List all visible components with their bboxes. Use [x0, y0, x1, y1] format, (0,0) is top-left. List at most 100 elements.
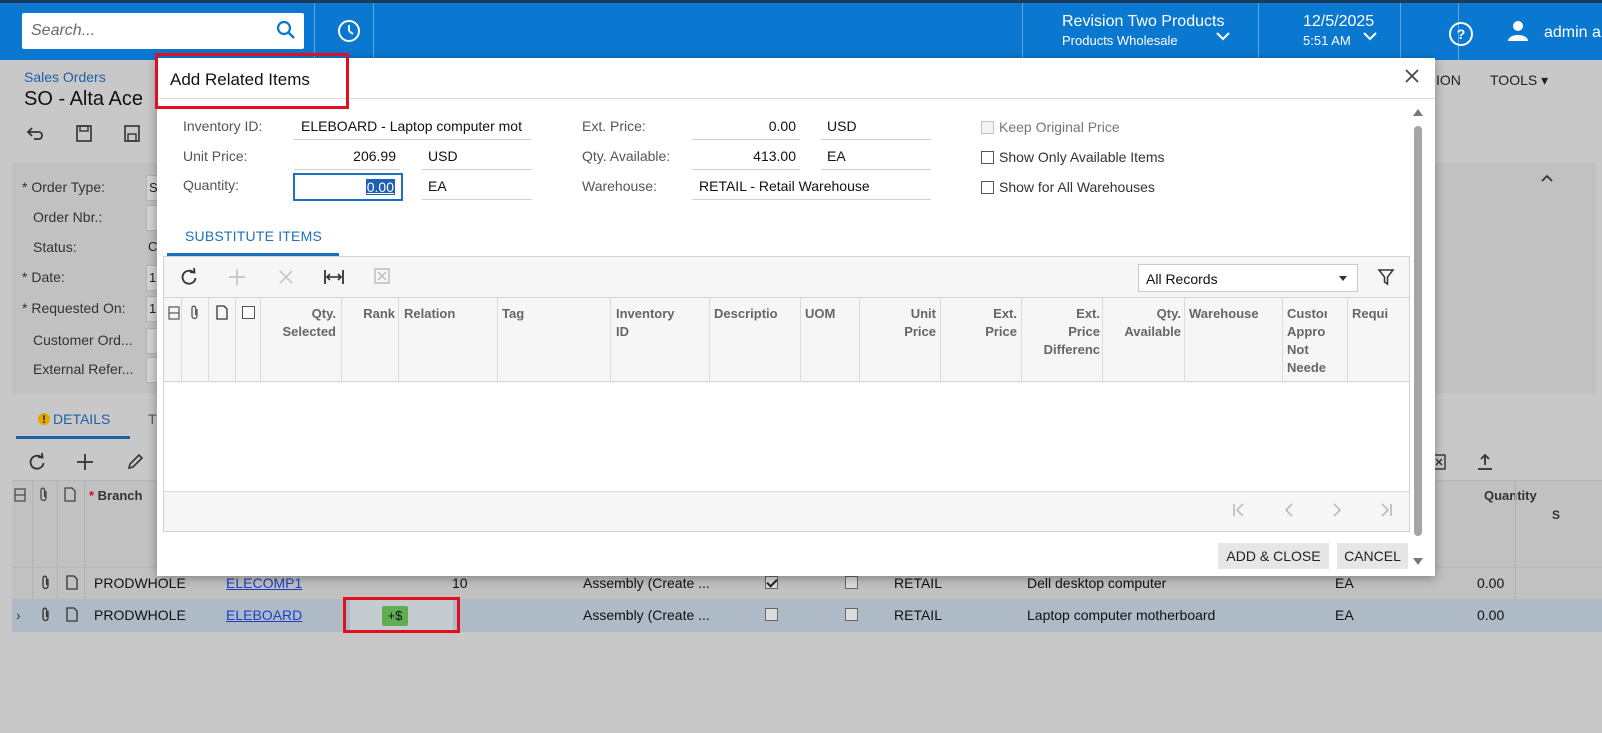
divider	[181, 298, 182, 382]
qty-available-column-header[interactable]: Qty. Available	[1105, 305, 1181, 341]
tools-menu[interactable]: TOOLS ▾	[1490, 72, 1548, 89]
records-filter-select[interactable]: All Records	[1138, 264, 1358, 292]
search-icon[interactable]	[276, 20, 296, 43]
chevron-down-icon[interactable]	[1215, 28, 1231, 44]
warehouse-cell: RETAIL	[894, 575, 942, 591]
upload-icon[interactable]	[1476, 453, 1494, 474]
note-icon[interactable]	[66, 575, 78, 593]
unit-price-field[interactable]: 206.99	[294, 144, 400, 170]
warehouse-column-header[interactable]: Warehouse	[1189, 305, 1279, 323]
quantity-column-header[interactable]: Quantity	[1484, 488, 1537, 503]
next-page-icon[interactable]	[1329, 502, 1345, 521]
rank-column-header[interactable]: Rank	[344, 305, 395, 323]
divider	[1458, 3, 1459, 60]
search-input[interactable]: Search...	[31, 22, 95, 40]
toolbar-menu-action[interactable]: ION	[1436, 72, 1461, 88]
divider	[1400, 3, 1401, 60]
refresh-icon[interactable]	[180, 267, 198, 289]
history-icon[interactable]	[336, 18, 362, 47]
row-checkbox[interactable]	[845, 608, 858, 621]
description-cell: Dell desktop computer	[1027, 575, 1167, 591]
attachment-col-icon	[189, 305, 201, 324]
row-checkbox[interactable]	[765, 608, 778, 621]
tab-details[interactable]: DETAILS	[53, 411, 110, 427]
show-only-available-checkbox[interactable]	[981, 151, 994, 164]
add-and-close-button[interactable]: ADD & CLOSE	[1218, 543, 1329, 569]
scroll-down-icon[interactable]	[1412, 556, 1424, 566]
grid-pager	[164, 491, 1409, 531]
warehouse-field[interactable]: RETAIL - Retail Warehouse	[692, 174, 931, 200]
dialog-scrollbar[interactable]	[1412, 108, 1424, 568]
tag-column-header[interactable]: Tag	[502, 305, 602, 323]
excel-export-icon[interactable]	[374, 268, 390, 287]
inventory-link[interactable]: ELECOMP1	[226, 575, 302, 591]
tab-next[interactable]: T	[148, 411, 157, 427]
row-checkbox[interactable]	[765, 576, 778, 589]
warning-icon	[38, 412, 50, 428]
company-selector[interactable]: Revision Two Products Products Wholesale	[1062, 13, 1224, 48]
filter-icon[interactable]	[1377, 268, 1395, 289]
tab-substitute-items[interactable]: SUBSTITUTE ITEMS	[185, 228, 322, 244]
s-column-header[interactable]: S	[1552, 508, 1560, 522]
attachment-icon[interactable]	[40, 607, 52, 626]
company-branch: Products Wholesale	[1062, 33, 1178, 48]
attachment-icon[interactable]	[40, 575, 52, 594]
table-row[interactable]: › PRODWHOLE ELEBOARD +$ Assembly (Create…	[12, 599, 1602, 631]
unit-price-column-header[interactable]: Unit Price	[862, 305, 936, 341]
add-row-icon[interactable]	[76, 453, 94, 474]
save-close-icon[interactable]	[74, 125, 94, 146]
note-icon[interactable]	[66, 607, 78, 625]
required-column-header[interactable]: Requi	[1352, 305, 1392, 323]
ext-price-label: Ext. Price:	[582, 118, 646, 134]
help-icon[interactable]: ?	[1448, 21, 1474, 50]
description-column-header[interactable]: Descriptio	[714, 305, 798, 323]
divider	[373, 3, 374, 60]
uom-column-header[interactable]: UOM	[805, 305, 855, 323]
page-title: SO - Alta Ace	[24, 88, 143, 110]
inventory-id-field[interactable]: ELEBOARD - Laptop computer mot	[294, 114, 531, 140]
qty-selected-column-header[interactable]: Qty. Selected	[262, 305, 336, 341]
delete-icon[interactable]	[277, 268, 295, 289]
close-icon[interactable]	[1405, 69, 1419, 86]
ext-price-difference-column-header[interactable]: Ext. Price Differenc	[1024, 305, 1100, 359]
fit-columns-icon[interactable]	[324, 268, 344, 289]
chevron-down-icon[interactable]	[1362, 28, 1378, 44]
ext-price-column-header[interactable]: Ext. Price	[943, 305, 1017, 341]
breadcrumb[interactable]: Sales Orders	[24, 69, 106, 85]
attachment-col-icon	[38, 487, 50, 506]
customer-approval-column-header[interactable]: Custor Appro Not Neede	[1287, 305, 1327, 377]
edit-icon[interactable]	[126, 453, 144, 474]
show-all-warehouses-checkbox[interactable]	[981, 181, 994, 194]
keep-original-price-label: Keep Original Price	[999, 119, 1120, 135]
relation-column-header[interactable]: Relation	[404, 305, 494, 323]
add-icon[interactable]	[228, 268, 246, 289]
highlight-box	[343, 597, 460, 633]
prev-page-icon[interactable]	[1281, 502, 1297, 521]
inventory-id-column-header[interactable]: Inventory ID	[616, 305, 706, 341]
scroll-up-icon[interactable]	[1412, 108, 1424, 118]
quantity-cell[interactable]: 0.00	[1477, 575, 1504, 591]
collapse-icon[interactable]	[1540, 170, 1554, 186]
divider	[497, 298, 498, 382]
row-expand-icon[interactable]: ›	[16, 607, 21, 623]
first-page-icon[interactable]	[1232, 502, 1248, 521]
branch-column-header[interactable]: * Branch	[89, 488, 142, 503]
date-label: * Date:	[22, 269, 65, 285]
quantity-cell[interactable]: 0.00	[1477, 607, 1504, 623]
refresh-icon[interactable]	[28, 452, 46, 474]
last-page-icon[interactable]	[1377, 502, 1393, 521]
user-menu[interactable]: admin a	[1506, 19, 1601, 48]
save-icon[interactable]	[122, 125, 142, 146]
row-checkbox[interactable]	[845, 576, 858, 589]
keep-original-price-checkbox[interactable]	[981, 121, 994, 134]
status-label: Status:	[33, 239, 77, 255]
unit-price-currency: USD	[422, 144, 532, 170]
search-box[interactable]: Search...	[22, 13, 304, 49]
scroll-thumb[interactable]	[1414, 126, 1422, 536]
cancel-button[interactable]: CANCEL	[1337, 543, 1408, 569]
undo-icon[interactable]	[26, 125, 46, 146]
show-only-available-label: Show Only Available Items	[999, 149, 1165, 165]
inventory-link[interactable]: ELEBOARD	[226, 607, 302, 623]
select-all-checkbox[interactable]	[242, 306, 255, 319]
quantity-input[interactable]: 0.00	[293, 173, 403, 201]
